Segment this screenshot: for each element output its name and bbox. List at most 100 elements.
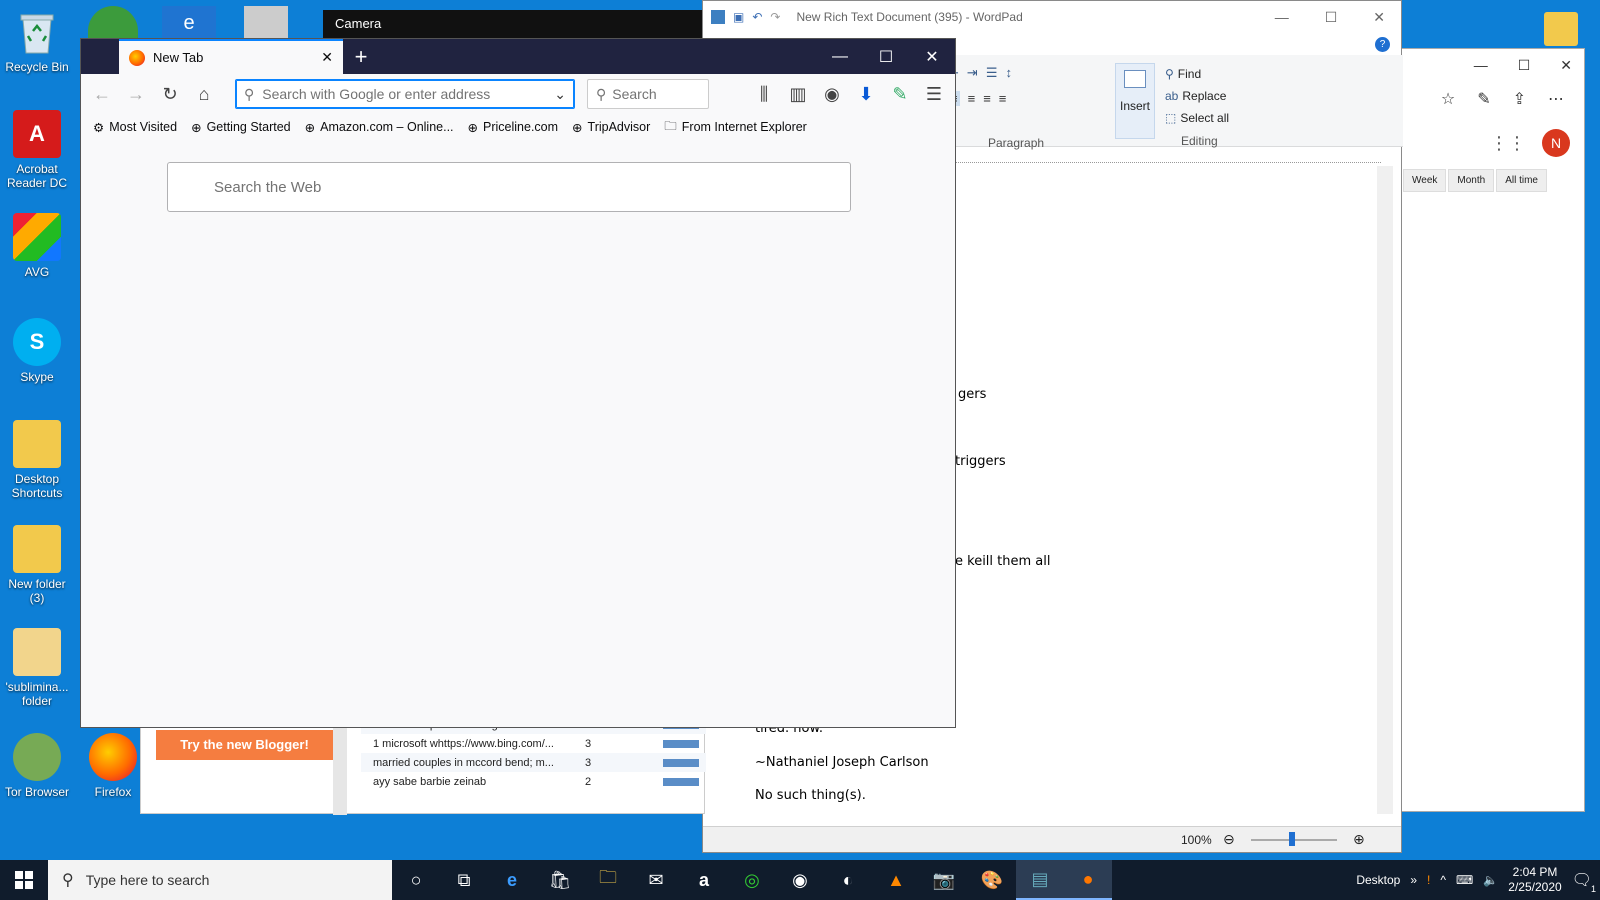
camera-app-icon[interactable]: ◉ [776, 860, 824, 900]
redo-icon[interactable]: ↷ [770, 10, 780, 24]
filter-week[interactable]: Week [1403, 169, 1447, 192]
help-icon[interactable]: ? [1375, 37, 1390, 52]
desktop-icon-firefox[interactable]: Firefox [76, 733, 150, 799]
firefox-taskbar-icon[interactable]: ● [1064, 860, 1112, 900]
save-icon[interactable]: ▣ [733, 10, 744, 24]
camera-icon[interactable]: 📷 [920, 860, 968, 900]
close-icon[interactable]: ✕ [1373, 9, 1385, 26]
task-view-icon[interactable]: ⧉ [440, 860, 488, 900]
vlc-icon[interactable]: ▲ [872, 860, 920, 900]
reload-button[interactable]: ↻ [155, 79, 185, 109]
table-row[interactable]: 1 microsoft whttps://www.bing.com/... 3 [361, 734, 706, 753]
cortana-icon[interactable]: ○ [392, 860, 440, 900]
find-button[interactable]: ⚲ Find [1165, 63, 1245, 85]
start-button[interactable] [0, 860, 48, 900]
favorites-icon[interactable]: ☆ [1441, 89, 1455, 109]
zoom-out-icon[interactable]: ⊖ [1223, 831, 1235, 848]
wordpad-taskbar-icon[interactable]: ▤ [1016, 860, 1064, 900]
volume-icon[interactable]: 🔈 [1483, 873, 1498, 887]
download-icon[interactable]: ⬇ [851, 79, 881, 109]
desktop-icon-sublimina-folder[interactable]: 'sublimina... folder [0, 628, 74, 708]
vertical-scrollbar[interactable] [1377, 166, 1393, 814]
select-all-button[interactable]: ⬚ Select all [1165, 107, 1245, 129]
action-center-icon[interactable]: 🗨 1 [1572, 870, 1596, 894]
media-app-icon[interactable]: ◐ [824, 860, 872, 900]
zoom-in-icon[interactable]: ⊕ [1353, 831, 1365, 848]
filter-all-time[interactable]: All time [1496, 169, 1547, 192]
desktop-icon-new-folder[interactable]: New folder (3) [0, 525, 74, 605]
share-icon[interactable]: ⇪ [1513, 89, 1526, 109]
account-icon[interactable]: ◉ [817, 79, 847, 109]
chevron-up-icon[interactable]: ^ [1440, 873, 1446, 887]
edge-icon[interactable]: e [488, 860, 536, 900]
try-blogger-button[interactable]: Try the new Blogger! [156, 730, 333, 760]
desktop-icon-acrobat[interactable]: A Acrobat Reader DC [0, 110, 74, 190]
file-explorer-icon[interactable]: 🗀 [584, 860, 632, 900]
mail-icon[interactable]: ✉ [632, 860, 680, 900]
taskbar-search-box[interactable]: ⚲ Type here to search [48, 860, 392, 900]
pen-icon[interactable]: ✎ [1477, 89, 1490, 109]
apps-grid-icon[interactable]: ⋮⋮ [1490, 133, 1526, 154]
bookmark-amazon[interactable]: ⊕ Amazon.com – Online... [305, 120, 454, 135]
desktop-toolbar-label[interactable]: Desktop [1356, 873, 1400, 887]
close-icon[interactable]: ✕ [1560, 57, 1572, 74]
home-button[interactable]: ⌂ [189, 79, 219, 109]
tripadvisor-icon[interactable]: ◎ [728, 860, 776, 900]
minimize-icon[interactable]: — [1474, 57, 1488, 73]
line-spacing-icon[interactable]: ↕ [1005, 65, 1012, 81]
bookmark-tripadvisor[interactable]: ⊕ TripAdvisor [572, 120, 650, 135]
maximize-icon[interactable]: ☐ [1518, 57, 1531, 74]
list-icon[interactable]: ☰ [986, 65, 998, 81]
library-icon[interactable]: ⫼ [749, 79, 779, 109]
clock[interactable]: 2:04 PM 2/25/2020 [1508, 865, 1561, 895]
utorrent-icon[interactable] [88, 6, 138, 38]
minimize-icon[interactable]: — [1275, 9, 1289, 26]
maximize-icon[interactable]: ☐ [1325, 9, 1338, 26]
address-bar[interactable]: ⚲ Search with Google or enter address ⌄ [235, 79, 575, 109]
increase-indent-icon[interactable]: ⇥ [967, 65, 978, 81]
filter-month[interactable]: Month [1448, 169, 1495, 192]
desktop-icon-tor-browser[interactable]: Tor Browser [0, 733, 74, 799]
extension-icon[interactable]: ✎ [885, 79, 915, 109]
edge-icon[interactable]: e [162, 6, 216, 38]
justify-icon[interactable]: ≡ [999, 91, 1007, 106]
replace-button[interactable]: ab Replace [1165, 85, 1245, 107]
back-button[interactable]: ← [87, 79, 117, 109]
amazon-icon[interactable]: a [680, 860, 728, 900]
table-row[interactable]: married couples in mccord bend; m... 3 [361, 753, 706, 772]
notification-badge-icon[interactable]: ! [1427, 873, 1430, 887]
zoom-slider-thumb[interactable] [1289, 832, 1295, 846]
table-row[interactable]: ayy sabe barbie zeinab 2 [361, 772, 706, 791]
desktop-icon-desktop-shortcuts[interactable]: Desktop Shortcuts [0, 420, 74, 500]
store-icon[interactable]: 🛍 [536, 860, 584, 900]
forward-button[interactable]: → [121, 79, 151, 109]
insert-button[interactable]: Insert [1115, 63, 1155, 139]
tab-new-tab[interactable]: New Tab ✕ [119, 39, 343, 74]
app-icon[interactable] [244, 6, 288, 38]
bookmark-priceline[interactable]: ⊕ Priceline.com [468, 120, 559, 135]
web-search-input[interactable]: Search the Web [167, 162, 851, 212]
network-icon[interactable]: ⌨ [1456, 873, 1473, 887]
close-icon[interactable]: ✕ [909, 39, 955, 74]
close-tab-icon[interactable]: ✕ [321, 49, 333, 66]
menu-icon[interactable]: ☰ [919, 79, 949, 109]
desktop-icon-skype[interactable]: S Skype [0, 318, 74, 384]
chevron-down-icon[interactable]: ⌄ [554, 86, 566, 103]
avatar[interactable]: N [1542, 129, 1570, 157]
search-bar[interactable]: ⚲ Search [587, 79, 709, 109]
edge-window[interactable]: — ☐ ✕ ☆ ✎ ⇪ ⋯ ⋮⋮ N Week Month All time [1400, 48, 1585, 812]
undo-icon[interactable]: ↶ [752, 10, 762, 24]
camera-window-title[interactable]: Camera [323, 10, 703, 40]
firefox-window[interactable]: New Tab ✕ + — ☐ ✕ ← → ↻ ⌂ ⚲ Search with … [80, 38, 956, 728]
desktop-icon-recycle-bin[interactable]: Recycle Bin [0, 8, 74, 74]
align-center-icon[interactable]: ≡ [968, 91, 976, 106]
maximize-icon[interactable]: ☐ [863, 39, 909, 74]
new-tab-button[interactable]: + [343, 39, 379, 74]
bookmark-getting-started[interactable]: ⊕ Getting Started [191, 120, 291, 135]
desktop-icon-avg[interactable]: AVG [0, 213, 74, 279]
folder-icon[interactable] [1544, 12, 1578, 46]
bookmark-folder-internet-explorer[interactable]: 🗀 From Internet Explorer [664, 117, 807, 138]
minimize-icon[interactable]: — [817, 39, 863, 74]
more-icon[interactable]: ⋯ [1548, 89, 1564, 109]
align-right-icon[interactable]: ≡ [983, 91, 991, 106]
